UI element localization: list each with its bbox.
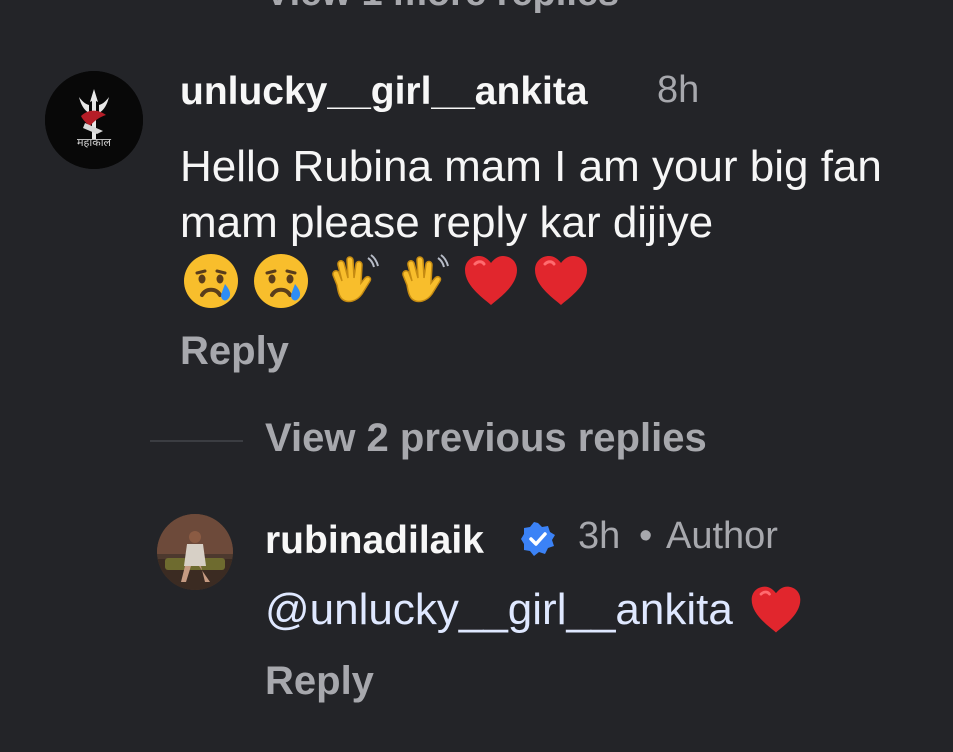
reply-time: 3h <box>578 515 621 557</box>
red-heart-icon <box>751 586 801 633</box>
red-heart-icon <box>465 256 517 305</box>
thread-divider <box>150 440 243 442</box>
reply-username[interactable]: rubinadilaik <box>265 519 484 563</box>
mention-link[interactable]: @unlucky__girl__ankita <box>265 585 733 635</box>
reply-avatar[interactable] <box>157 514 233 590</box>
verified-badge-icon <box>521 522 555 556</box>
meta-separator: • <box>639 515 653 557</box>
top-view-more-replies[interactable]: View 1 more replies <box>265 0 619 15</box>
view-previous-replies-button[interactable]: View 2 previous replies <box>265 416 707 461</box>
comment-text: Hello Rubina mam I am your big fan mam p… <box>180 142 882 247</box>
waving-hand-icon <box>402 254 449 303</box>
profile-photo-icon <box>157 514 233 590</box>
trident-logo-icon: महाकाल <box>45 71 143 169</box>
emoji-row <box>180 250 592 312</box>
red-heart-icon <box>535 256 587 305</box>
reply-reply-button[interactable]: Reply <box>265 659 374 704</box>
crying-face-icon <box>184 254 238 308</box>
waving-hand-icon <box>332 254 379 303</box>
comment-time: 8h <box>657 69 700 111</box>
comment-reply-button[interactable]: Reply <box>180 329 289 374</box>
author-label: Author <box>666 515 778 557</box>
comment-username[interactable]: unlucky__girl__ankita <box>180 70 588 114</box>
comment-avatar[interactable]: महाकाल <box>45 71 143 169</box>
crying-face-icon <box>254 254 308 308</box>
avatar-logo-text: महाकाल <box>77 136 112 149</box>
reply-text: @unlucky__girl__ankita <box>265 582 805 638</box>
